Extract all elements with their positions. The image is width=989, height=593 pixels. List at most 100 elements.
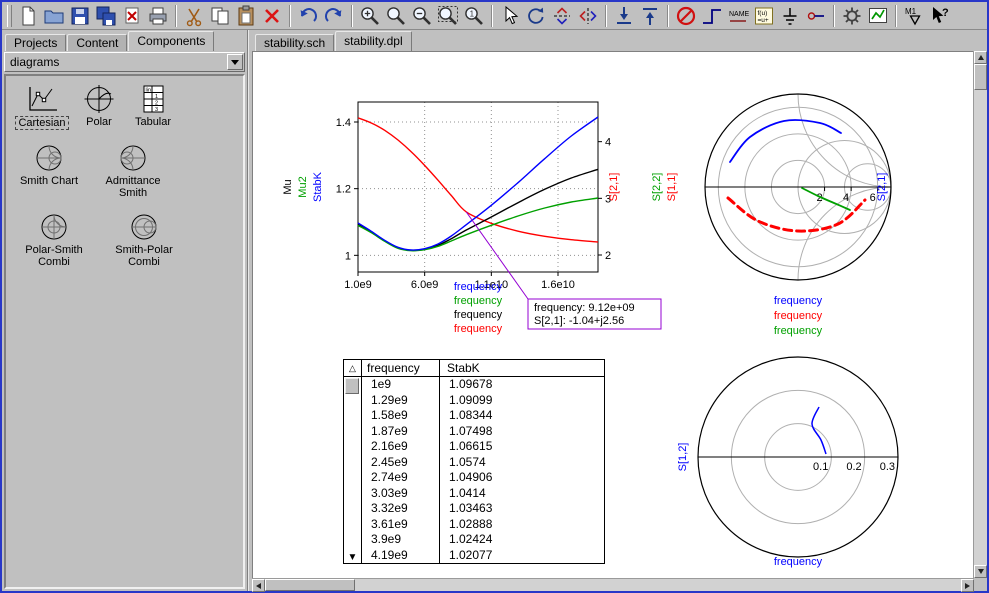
- marker-button[interactable]: M1: [902, 4, 926, 28]
- zoom-fit-button[interactable]: [436, 4, 460, 28]
- svg-text:NAME: NAME: [729, 11, 749, 18]
- svg-text:1.2: 1.2: [336, 184, 351, 196]
- save-all-button[interactable]: [94, 4, 118, 28]
- simulate-button[interactable]: [840, 4, 864, 28]
- cartesian-diagram[interactable]: 1.0e96.0e91.1e101.6e1011.21.4234MuMu2Sta…: [282, 102, 661, 335]
- document-tab-stability-dpl[interactable]: stability.dpl: [335, 31, 411, 51]
- vertical-scroll-thumb[interactable]: [974, 64, 987, 90]
- zoom-out-button[interactable]: [410, 4, 434, 28]
- data-display-button[interactable]: [866, 4, 890, 28]
- cell-frequency: 2.16e9: [362, 439, 440, 455]
- delete-button[interactable]: [260, 4, 284, 28]
- save-all-icon: [95, 5, 117, 27]
- tab-projects[interactable]: Projects: [5, 34, 66, 51]
- undo-button[interactable]: [296, 4, 320, 28]
- mirror-x-button[interactable]: [550, 4, 574, 28]
- mirror-y-button[interactable]: [576, 4, 600, 28]
- tab-content[interactable]: Content: [67, 34, 127, 51]
- cell-frequency: 2.74e9: [362, 470, 440, 486]
- zoom-1-1-icon: 1: [463, 5, 485, 27]
- zoom-1-1-button[interactable]: 1: [462, 4, 486, 28]
- svg-text:M1: M1: [905, 7, 917, 16]
- equation-button[interactable]: f(u)=u+: [752, 4, 776, 28]
- save-document-button[interactable]: [68, 4, 92, 28]
- horizontal-scroll-thumb[interactable]: [265, 579, 355, 591]
- svg-text:3: 3: [155, 107, 158, 113]
- palette-item-admittance-smith[interactable]: Admittance Smith: [90, 143, 176, 199]
- cut-button[interactable]: [182, 4, 206, 28]
- scroll-down-button[interactable]: [974, 565, 987, 578]
- polar-diagram[interactable]: 0.10.20.3S[1,2]frequency: [677, 357, 898, 568]
- copy-button[interactable]: [208, 4, 232, 28]
- vertical-scrollbar[interactable]: [973, 51, 987, 578]
- horizontal-scrollbar[interactable]: [252, 578, 974, 591]
- paste-button[interactable]: [234, 4, 258, 28]
- wire-label-button[interactable]: NAME: [726, 4, 750, 28]
- scroll-up-button[interactable]: [974, 51, 987, 64]
- port-button[interactable]: [804, 4, 828, 28]
- cell-stabk: 1.06615: [440, 439, 604, 455]
- table-scroll-down-button[interactable]: ▼: [344, 552, 361, 563]
- svg-text:S[2,1]: S[2,1]: [608, 173, 620, 202]
- whats-this-button[interactable]: ?: [928, 4, 952, 28]
- vertical-scroll-track[interactable]: [974, 90, 987, 565]
- tab-components[interactable]: Components: [128, 31, 214, 51]
- triangle-down-icon: [978, 569, 984, 574]
- table-row: 1.87e91.07498: [362, 424, 604, 440]
- rotate-button[interactable]: [524, 4, 548, 28]
- svg-text:6.0e9: 6.0e9: [411, 279, 439, 291]
- table-row: 3.03e91.0414: [362, 486, 604, 502]
- zoom-in-button[interactable]: [358, 4, 382, 28]
- scroll-right-button[interactable]: [961, 579, 974, 592]
- wire-button[interactable]: [700, 4, 724, 28]
- table-row: 1.58e91.08344: [362, 408, 604, 424]
- polar-smith-combi-icon: [36, 212, 72, 242]
- qucs-window: 1 NAMEf(u)=u+ M1? ProjectsContentComponent…: [0, 0, 989, 593]
- document-tab-stability-sch[interactable]: stability.sch: [255, 34, 334, 51]
- svg-text:Mu: Mu: [282, 179, 294, 194]
- table-scroll-up-button[interactable]: △: [344, 360, 362, 376]
- palette-item-tabular[interactable]: lin123Tabular: [124, 84, 182, 130]
- palette-item-smith-polar-combi[interactable]: Smith-Polar Combi: [100, 212, 188, 268]
- redo-button[interactable]: [322, 4, 346, 28]
- zoom-button[interactable]: [384, 4, 408, 28]
- ground-button[interactable]: [778, 4, 802, 28]
- table-scrollbar-rail[interactable]: ▼: [344, 377, 362, 563]
- table-scrollbar-thumb[interactable]: [345, 378, 359, 394]
- push-into-subcircuit-icon: [613, 5, 635, 27]
- dropdown-arrow-button[interactable]: [227, 54, 243, 70]
- display-canvas[interactable]: 1.0e96.0e91.1e101.6e1011.21.4234MuMu2Sta…: [252, 51, 973, 578]
- diagram-category-dropdown[interactable]: diagrams: [4, 52, 245, 72]
- deactivate-button[interactable]: [674, 4, 698, 28]
- palette-item-label: Polar: [86, 116, 112, 128]
- cell-stabk: 1.02077: [440, 548, 604, 564]
- select-button[interactable]: [498, 4, 522, 28]
- scroll-left-button[interactable]: [252, 579, 265, 592]
- whats-this-icon: ?: [929, 5, 951, 27]
- polar-smith-combi-diagram[interactable]: 246S[2,2]S[1,1]S[2,1]frequencyfrequencyf…: [651, 94, 891, 337]
- tabular-diagram[interactable]: △frequencyStabK▼1e91.096781.29e91.090991…: [343, 359, 605, 564]
- palette-item-cartesian[interactable]: Cartesian: [10, 84, 74, 130]
- horizontal-scroll-track[interactable]: [355, 579, 961, 591]
- cell-stabk: 1.08344: [440, 408, 604, 424]
- print-button[interactable]: [146, 4, 170, 28]
- pop-out-button[interactable]: [638, 4, 662, 28]
- port-icon: [805, 5, 827, 27]
- palette-item-polar-smith-combi[interactable]: Polar-Smith Combi: [10, 212, 98, 268]
- cell-frequency: 3.32e9: [362, 501, 440, 517]
- copy-icon: [209, 5, 231, 27]
- palette-item-smith-chart[interactable]: Smith Chart: [10, 143, 88, 199]
- new-document-button[interactable]: [16, 4, 40, 28]
- polar-icon: [81, 84, 117, 114]
- close-document-button[interactable]: [120, 4, 144, 28]
- push-into-subcircuit-button[interactable]: [612, 4, 636, 28]
- table-row: 3.9e91.02424: [362, 532, 604, 548]
- cell-stabk: 1.0414: [440, 486, 604, 502]
- palette-item-polar[interactable]: Polar: [76, 84, 122, 130]
- table-row: 2.45e91.0574: [362, 455, 604, 471]
- open-document-button[interactable]: [42, 4, 66, 28]
- toolbar-separator: [491, 5, 493, 27]
- smith-chart-icon: [31, 143, 67, 173]
- table-column-header-frequency: frequency: [362, 360, 440, 376]
- toolbar-drag-handle[interactable]: [7, 5, 12, 27]
